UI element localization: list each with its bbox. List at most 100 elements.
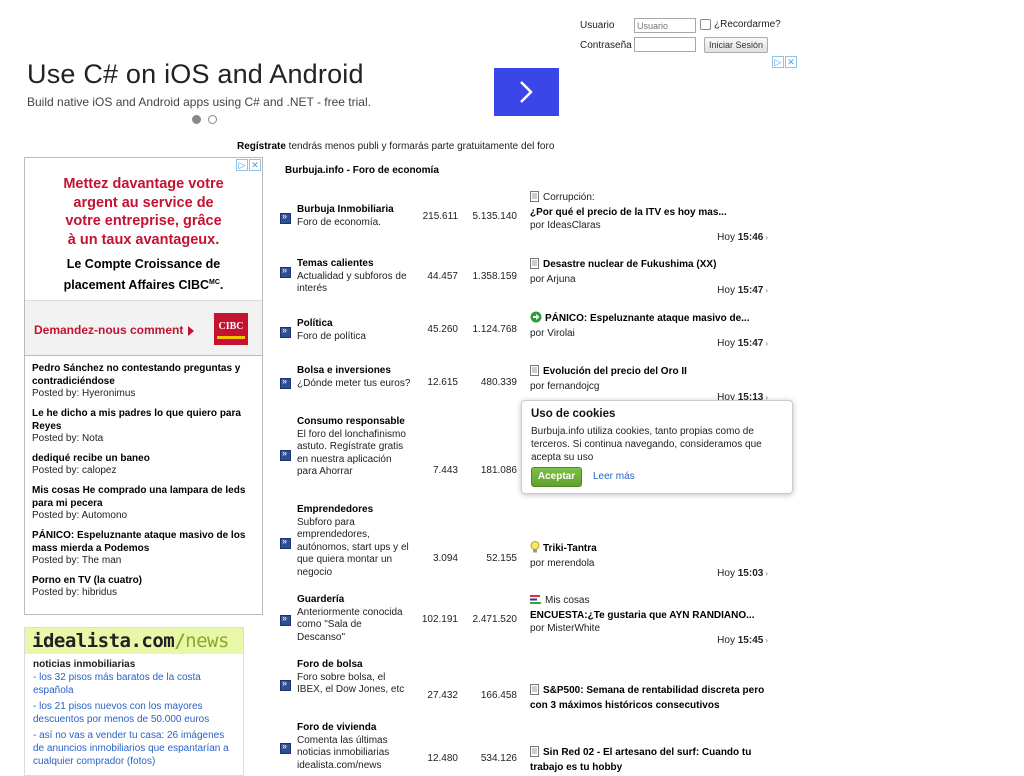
go-to-forum-icon[interactable] bbox=[280, 536, 291, 549]
forum-name-link[interactable]: Emprendedores bbox=[297, 504, 373, 517]
go-last-icon[interactable]: › bbox=[765, 233, 768, 242]
top-ad-banner[interactable]: Use C# on iOS and Android Build native i… bbox=[27, 56, 797, 128]
go-to-forum-icon[interactable] bbox=[280, 211, 291, 224]
info-icon[interactable]: ▷ bbox=[772, 56, 784, 68]
go-to-forum-icon[interactable] bbox=[280, 265, 291, 278]
idealista-logo[interactable]: idealista.com / news bbox=[25, 628, 243, 654]
last-post-title-link[interactable]: Desastre nuclear de Fukushima (XX) bbox=[543, 259, 716, 270]
ad-choices[interactable]: ▷ ✕ bbox=[236, 159, 261, 171]
go-to-forum-icon[interactable] bbox=[280, 376, 291, 389]
post-title-link[interactable]: Mis cosas He comprado una lampara de led… bbox=[32, 484, 255, 510]
cookie-text: Burbuja.info utiliza cookies, tanto prop… bbox=[531, 426, 762, 463]
go-last-icon[interactable]: › bbox=[765, 286, 768, 295]
read-more-link[interactable]: Leer más bbox=[593, 471, 635, 482]
play-arrow-icon bbox=[188, 325, 195, 336]
go-last-icon[interactable]: › bbox=[765, 569, 768, 578]
news-link[interactable]: - así no vas a vender tu casa: 26 imágen… bbox=[33, 729, 235, 768]
forum-name-link[interactable]: Burbuja Inmobiliaria bbox=[297, 204, 394, 217]
last-post-time: Hoy 15:46 › bbox=[717, 232, 768, 243]
news-link[interactable]: - los 32 pisos más baratos de la costa e… bbox=[33, 671, 235, 697]
forum-name-link[interactable]: Foro de bolsa bbox=[297, 659, 363, 672]
news-link[interactable]: - los 21 pisos nuevos con los mayores de… bbox=[33, 700, 235, 726]
forum-description: Subforo para emprendedores, autónomos, s… bbox=[297, 516, 409, 578]
cibc-cta-label[interactable]: Demandez-nous comment bbox=[34, 323, 183, 337]
thread-count: 102.191 bbox=[421, 614, 458, 625]
forum-name-link[interactable]: Temas calientes bbox=[297, 258, 374, 271]
thread-count: 45.260 bbox=[427, 324, 458, 335]
carousel-dot[interactable] bbox=[192, 115, 201, 124]
go-to-forum-icon[interactable] bbox=[280, 678, 291, 691]
post-title-link[interactable]: Pedro Sánchez no contestando preguntas y… bbox=[32, 362, 255, 388]
go-to-forum-icon[interactable] bbox=[280, 741, 291, 754]
post-title-link[interactable]: PÁNICO: Espeluznante ataque masivo de lo… bbox=[32, 529, 255, 555]
last-post-title-link[interactable]: ¿Por qué el precio de la ITV es hoy mas.… bbox=[530, 207, 727, 218]
go-last-icon[interactable]: › bbox=[765, 339, 768, 348]
cibc-red-line: argent au service de bbox=[73, 194, 214, 211]
forum-description: Foro sobre bolsa, el IBEX, el Dow Jones,… bbox=[297, 671, 405, 696]
go-last-icon[interactable]: › bbox=[765, 636, 768, 645]
forum-name-link[interactable]: Política bbox=[297, 318, 333, 331]
message-count: 1.124.768 bbox=[472, 324, 518, 335]
go-to-forum-icon[interactable] bbox=[280, 448, 291, 461]
remember-me[interactable]: ¿Recordarme? bbox=[700, 19, 781, 30]
post-author: Posted by: Automono bbox=[32, 510, 128, 521]
username-row: Usuario ¿Recordarme? bbox=[580, 17, 790, 37]
thread-count: 27.432 bbox=[427, 690, 458, 701]
register-link[interactable]: Regístrate bbox=[237, 141, 286, 152]
cookie-title: Uso de cookies bbox=[531, 408, 616, 420]
last-post: Desastre nuclear de Fukushima (XX) por A… bbox=[530, 258, 780, 296]
cibc-logo-bar bbox=[217, 336, 245, 339]
idealista-brand: idealista.com bbox=[32, 630, 175, 652]
message-count: 5.135.140 bbox=[472, 211, 518, 222]
ad-next-button[interactable] bbox=[494, 68, 559, 116]
go-to-forum-icon[interactable] bbox=[280, 613, 291, 626]
forum-name-link[interactable]: Foro de vivienda bbox=[297, 722, 376, 735]
last-post-title-link[interactable]: Evolución del precio del Oro II bbox=[543, 366, 687, 377]
info-icon[interactable]: ▷ bbox=[236, 159, 248, 171]
forum-name-link[interactable]: Consumo responsable bbox=[297, 416, 405, 429]
accept-cookies-button[interactable]: Aceptar bbox=[531, 467, 582, 487]
list-item: Pedro Sánchez no contestando preguntas y… bbox=[25, 362, 262, 400]
forum-name-link[interactable]: Guardería bbox=[297, 594, 344, 607]
last-post-time: Hoy 15:47 › bbox=[717, 285, 768, 296]
idealista-slash: / bbox=[174, 630, 186, 652]
last-post-day: Hoy bbox=[717, 232, 735, 243]
remember-checkbox[interactable] bbox=[700, 19, 711, 30]
cibc-footer: Demandez-nous comment CIBC bbox=[25, 301, 262, 355]
last-post: Mis cosas ENCUESTA:¿Te gustaria que AYN … bbox=[530, 594, 780, 646]
forum-name-link[interactable]: Bolsa e inversiones bbox=[297, 365, 391, 378]
last-post-title-link[interactable]: ENCUESTA:¿Te gustaria que AYN RANDIANO..… bbox=[530, 610, 754, 621]
last-post-title-link[interactable]: Triki-Tantra bbox=[543, 543, 597, 554]
post-title-link[interactable]: dediqué recibe un baneo bbox=[32, 452, 255, 465]
ad-headline[interactable]: Use C# on iOS and Android bbox=[27, 59, 364, 90]
left-sidebar: ▷ ✕ Mettez davantage votre argent au ser… bbox=[24, 157, 263, 776]
post-title-link[interactable]: Porno en TV (la cuatro) bbox=[32, 574, 255, 587]
document-icon bbox=[530, 191, 540, 206]
last-post-time: Hoy 15:47 › bbox=[717, 338, 768, 349]
ad-choices[interactable]: ▷ ✕ bbox=[772, 56, 797, 68]
close-icon[interactable]: ✕ bbox=[785, 56, 797, 68]
forum-title[interactable]: Burbuja.info - Foro de economía bbox=[285, 165, 439, 176]
message-count: 534.126 bbox=[480, 753, 517, 764]
forum-description: Actualidad y subforos de interés bbox=[297, 270, 407, 295]
password-input[interactable] bbox=[634, 37, 696, 52]
poll-icon bbox=[530, 594, 542, 609]
post-author: Posted by: Nota bbox=[32, 433, 104, 444]
last-post-title-link[interactable]: PÁNICO: Espeluznante ataque masivo de... bbox=[545, 313, 750, 324]
post-author: Posted by: hibridus bbox=[32, 587, 118, 598]
go-to-forum-icon[interactable] bbox=[280, 325, 291, 338]
close-icon[interactable]: ✕ bbox=[249, 159, 261, 171]
ad-subtext[interactable]: Build native iOS and Android apps using … bbox=[27, 95, 371, 109]
last-post-title-link-cont[interactable]: con 3 máximos históricos consecutivos bbox=[530, 700, 720, 711]
last-post-hour: 15:47 bbox=[737, 285, 764, 296]
login-button[interactable]: Iniciar Sesión bbox=[704, 37, 768, 53]
last-post: Triki-Tantra por merendola Hoy 15:03 › bbox=[530, 541, 780, 579]
thread-count: 12.615 bbox=[427, 377, 458, 388]
cibc-ad[interactable]: ▷ ✕ Mettez davantage votre argent au ser… bbox=[24, 157, 263, 356]
username-input[interactable] bbox=[634, 18, 696, 33]
post-title-link[interactable]: Le he dicho a mis padres lo que quiero p… bbox=[32, 407, 255, 433]
carousel-dot[interactable] bbox=[208, 115, 217, 124]
last-post-title-link[interactable]: Sin Red 02 - El artesano del surf: Cuand… bbox=[543, 747, 751, 758]
last-post-title-link[interactable]: S&P500: Semana de rentabilidad discreta … bbox=[543, 685, 764, 696]
cibc-cta-link[interactable]: Demandez-nous comment bbox=[34, 323, 195, 337]
